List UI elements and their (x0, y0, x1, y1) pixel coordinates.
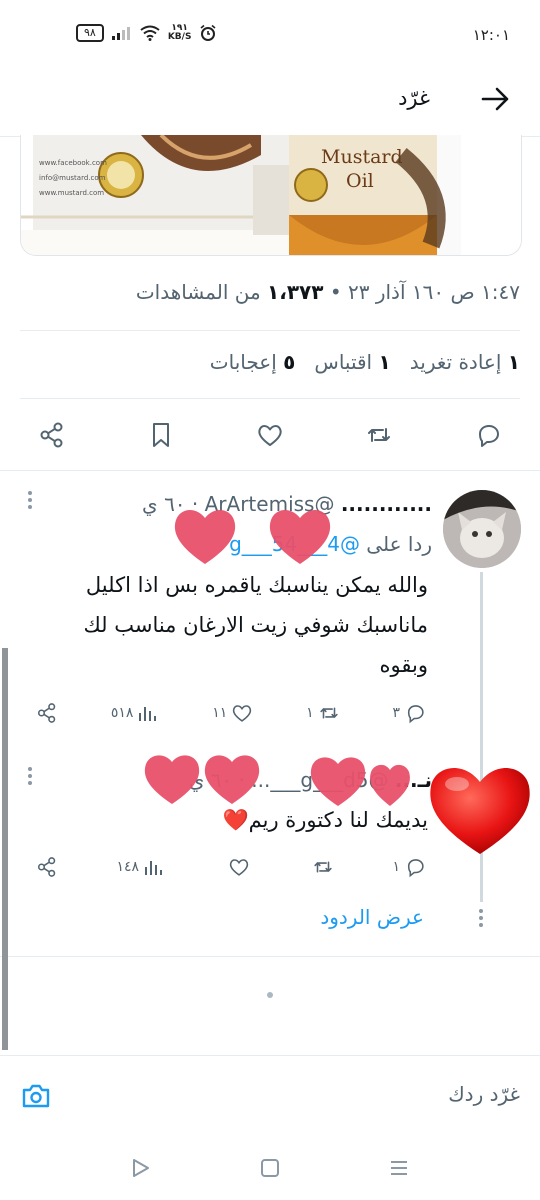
heart-sticker (174, 509, 331, 564)
reply-actions: ٥١٨ ١١ ١ ٣ (36, 702, 426, 724)
avatar[interactable] (443, 490, 521, 568)
scroll-indicator[interactable] (2, 648, 8, 1050)
divider (0, 470, 540, 471)
svg-text:www.mustard.com: www.mustard.com (39, 189, 104, 197)
alarm-icon (200, 24, 216, 41)
divider (0, 956, 540, 957)
views-count: ٥١٨ (110, 705, 134, 721)
system-nav-bar (0, 1135, 540, 1200)
reply-author-name[interactable]: ............ (341, 492, 432, 516)
retweets-count: ١ (306, 705, 314, 721)
bookmark-icon[interactable] (147, 421, 175, 449)
reply-share[interactable] (36, 702, 58, 724)
views-label: من المشاهدات (135, 280, 261, 304)
reply-text-body: يديمك لنا دكتورة ريم (248, 808, 428, 832)
svg-text:www.facebook.com: www.facebook.com (39, 159, 107, 167)
camera-icon[interactable] (20, 1080, 52, 1112)
reply-icon[interactable] (474, 421, 502, 449)
reply-retweet[interactable] (308, 856, 334, 878)
retweet-icon[interactable] (312, 856, 334, 878)
more-options-icon[interactable] (24, 490, 36, 510)
views-count: ١٤٨ (116, 859, 140, 875)
reply-reply[interactable]: ١ (392, 856, 426, 878)
home-square-icon[interactable] (259, 1157, 281, 1179)
retweet-icon[interactable] (318, 702, 340, 724)
top-app-bar: غرّد (0, 70, 540, 137)
view-replies-link[interactable]: عرض الردود (320, 905, 424, 929)
like-icon[interactable] (256, 421, 284, 449)
reply-composer[interactable]: غرّد ردك (0, 1055, 540, 1136)
retweets-stat[interactable]: ١ إعادة تغريد (410, 350, 520, 374)
likes-count: ١١ (212, 705, 228, 721)
reply-views[interactable]: ٥١٨ (111, 702, 160, 724)
thread-dots-icon (479, 909, 483, 927)
divider (20, 330, 520, 331)
heart-sticker (144, 755, 410, 806)
reply-retweet[interactable]: ١ (306, 702, 340, 724)
more-options-icon[interactable] (24, 766, 36, 786)
tweet-meta: ١:٤٧ ص ١٦٠ آذار ٢٣ • ١،٣٧٣ من المشاهدات (136, 280, 520, 304)
red-heart-emoji: ❤️ (222, 808, 249, 832)
divider (20, 398, 520, 399)
share-icon[interactable] (36, 702, 58, 724)
net-speed: ١٩١ KB/S (168, 24, 192, 42)
loading-dot (267, 992, 273, 998)
tweet-timestamp: ١:٤٧ ص ١٦٠ آذار ٢٣ • (329, 280, 520, 304)
reply-views[interactable]: ١٤٨ (116, 856, 165, 878)
reply-text: والله يمكن يناسبك ياقمره بس اذا اكليل ما… (83, 573, 428, 677)
reply-reply[interactable]: ٣ (392, 702, 426, 724)
status-icons: ٩٨ ١٩١ KB/S (76, 24, 217, 42)
like-icon[interactable] (231, 702, 253, 724)
share-icon[interactable] (38, 421, 66, 449)
signal-icon (111, 27, 130, 40)
reply-input[interactable]: غرّد ردك (448, 1082, 520, 1106)
tweet-stats: ١ إعادة تغريد ١ اقتباس ٥ إعجابات (210, 350, 520, 374)
replies-count: ١ (392, 859, 400, 875)
tweet-media-image[interactable]: www.facebook.com info@mustard.com www.mu… (20, 135, 522, 256)
retweet-icon[interactable] (365, 421, 393, 449)
views-icon (145, 861, 163, 875)
like-icon[interactable] (228, 856, 250, 878)
replying-to-label: ردا على (366, 532, 432, 556)
net-speed-unit: KB/S (167, 32, 192, 42)
battery-icon: ٩٨ (76, 24, 104, 42)
reply-icon[interactable] (404, 702, 426, 724)
back-arrow-icon[interactable] (478, 82, 512, 116)
likes-stat[interactable]: ٥ إعجابات (210, 350, 296, 374)
product-label-oil: Oil (346, 170, 374, 192)
reply-actions: ١٤٨ ١ (36, 856, 426, 878)
reply-icon[interactable] (404, 856, 426, 878)
wifi-icon (140, 25, 160, 41)
quotes-stat[interactable]: ١ اقتباس (314, 350, 390, 374)
back-triangle-icon[interactable] (130, 1157, 152, 1179)
tweet-actions (20, 408, 520, 462)
status-bar: ٩٨ ١٩١ KB/S ١٢:٠١ (0, 0, 540, 70)
product-label-mustard: Mustard (321, 146, 403, 168)
reply-like[interactable] (224, 856, 250, 878)
reply-like[interactable]: ١١ (212, 702, 253, 724)
svg-text:info@mustard.com: info@mustard.com (39, 174, 106, 182)
views-count: ١،٣٧٣ (267, 280, 324, 304)
recents-menu-icon[interactable] (388, 1157, 410, 1179)
share-icon[interactable] (36, 856, 58, 878)
page-title: غرّد (398, 86, 430, 110)
clock: ١٢:٠١ (472, 26, 510, 44)
replies-count: ٣ (392, 705, 400, 721)
views-icon (139, 707, 157, 721)
reply-share[interactable] (36, 856, 58, 878)
red-heart-sticker (430, 768, 530, 854)
